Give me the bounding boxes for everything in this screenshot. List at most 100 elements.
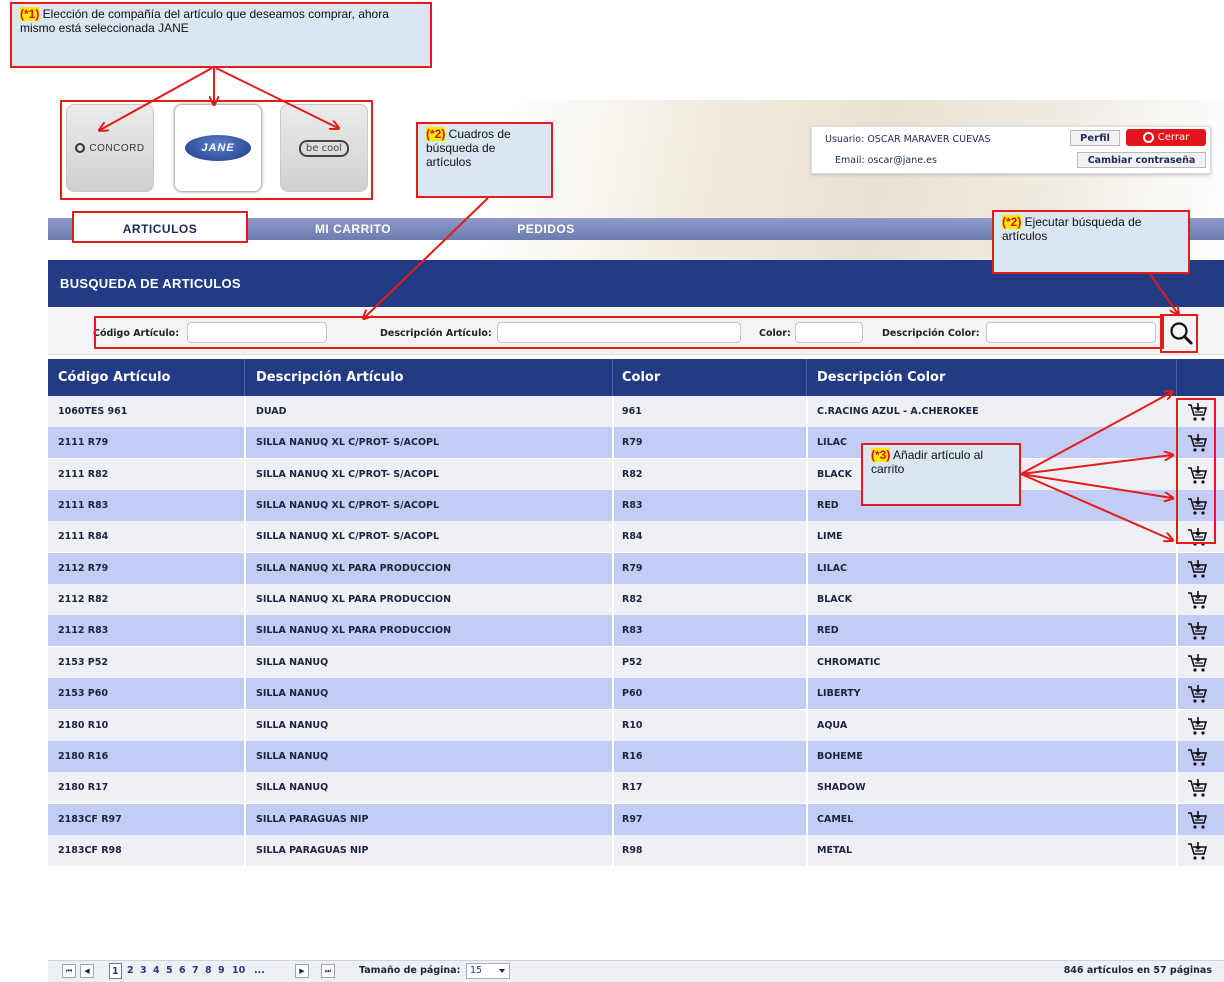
page-number-link[interactable]: 3: [140, 963, 147, 979]
cell-codigo: 2111 R83: [58, 500, 109, 512]
page-number-link[interactable]: 1: [109, 963, 122, 979]
cell-descripcion: SILLA NANUQ XL C/PROT- S/ACOPL: [256, 437, 440, 449]
cell-desc-color: BLACK: [817, 594, 852, 606]
add-to-cart-icon[interactable]: [1186, 558, 1208, 580]
add-to-cart-icon[interactable]: [1186, 683, 1208, 705]
tab-pedidos[interactable]: PEDIDOS: [486, 218, 606, 240]
cell-descripcion: SILLA NANUQ XL PARA PRODUCCION: [256, 594, 452, 606]
add-to-cart-icon[interactable]: [1186, 589, 1208, 611]
add-to-cart-icon[interactable]: [1186, 652, 1208, 674]
cell-color: R79: [622, 562, 643, 574]
callout-2b-tag: (*2): [1002, 215, 1022, 229]
cell-codigo: 2111 R82: [58, 468, 109, 480]
cell-desc-color: BLACK: [817, 468, 852, 480]
cell-desc-color: RED: [817, 500, 839, 512]
tab-mi-carrito[interactable]: MI CARRITO: [288, 218, 418, 240]
cell-codigo: 2111 R79: [58, 437, 109, 449]
cell-descripcion: SILLA NANUQ XL C/PROT- S/ACOPL: [256, 500, 440, 512]
add-to-cart-icon[interactable]: [1186, 746, 1208, 768]
page: CONCORD JANE be cool Usuario: OSCAR MARA…: [0, 0, 1224, 982]
add-to-cart-icon[interactable]: [1186, 809, 1208, 831]
page-number-link[interactable]: 5: [166, 963, 173, 979]
cell-color: R82: [622, 468, 643, 480]
add-to-cart-icon[interactable]: [1186, 715, 1208, 737]
cell-descripcion: SILLA NANUQ XL PARA PRODUCCION: [256, 562, 452, 574]
perfil-button[interactable]: Perfil: [1070, 130, 1120, 146]
user-name: Usuario: OSCAR MARAVER CUEVAS: [825, 134, 991, 145]
cell-color: R16: [622, 750, 643, 762]
user-email: Email: oscar@jane.es: [835, 155, 937, 166]
cell-desc-color: LILAC: [817, 437, 847, 449]
cell-codigo: 2180 R17: [58, 782, 109, 794]
callout-3: (*3) Añadir artículo al carrito: [861, 443, 1021, 506]
cell-color: R17: [622, 782, 643, 794]
cell-desc-color: SHADOW: [817, 782, 866, 794]
cell-codigo: 2183CF R98: [58, 844, 122, 856]
page-size-label: Tamaño de página:: [359, 965, 461, 976]
callout-1-text: Elección de compañía del artículo que de…: [20, 7, 389, 35]
cell-desc-color: RED: [817, 625, 839, 637]
highlight-search-button: [1160, 314, 1198, 353]
page-number-link[interactable]: 7: [192, 963, 199, 979]
cell-descripcion: SILLA NANUQ: [256, 782, 329, 794]
page-number-link[interactable]: ...: [254, 963, 265, 979]
cell-color: R82: [622, 594, 643, 606]
header-divider: [244, 359, 245, 396]
page-size-value: 15: [470, 965, 483, 976]
column-divider: [244, 396, 246, 960]
cell-desc-color: METAL: [817, 844, 853, 856]
page-number-link[interactable]: 8: [205, 963, 212, 979]
cell-color: 961: [622, 406, 642, 417]
cell-codigo: 2183CF R97: [58, 813, 122, 825]
last-page-icon[interactable]: ⏭: [321, 964, 335, 978]
add-to-cart-icon[interactable]: [1186, 840, 1208, 862]
header-color[interactable]: Color: [622, 359, 660, 396]
cell-desc-color: C.RACING AZUL - A.CHEROKEE: [817, 406, 979, 417]
page-number-link[interactable]: 10: [232, 963, 245, 979]
add-to-cart-icon[interactable]: [1186, 777, 1208, 799]
chevron-down-icon: [499, 969, 505, 973]
header-descripcion[interactable]: Descripción Artículo: [256, 359, 404, 396]
cell-color: R83: [622, 500, 643, 512]
cell-descripcion: SILLA NANUQ XL C/PROT- S/ACOPL: [256, 468, 440, 480]
next-page-icon[interactable]: ▶: [295, 964, 309, 978]
cell-codigo: 2112 R83: [58, 625, 109, 637]
page-size-select[interactable]: 15: [466, 963, 510, 979]
page-number-link[interactable]: 9: [218, 963, 225, 979]
cambiar-contrasena-button[interactable]: Cambiar contraseña: [1077, 152, 1206, 168]
cell-codigo: 2111 R84: [58, 531, 109, 543]
callout-1-tag: (*1): [20, 7, 40, 21]
cell-codigo: 2112 R79: [58, 562, 109, 574]
add-to-cart-icon[interactable]: [1186, 620, 1208, 642]
header-codigo[interactable]: Código Artículo: [58, 359, 171, 396]
callout-2b-text: Ejecutar búsqueda de artículos: [1002, 215, 1142, 243]
page-number-link[interactable]: 4: [153, 963, 160, 979]
cell-color: R97: [622, 813, 643, 825]
callout-2-tag: (*2): [426, 127, 446, 141]
cell-desc-color: AQUA: [817, 719, 848, 731]
cell-desc-color: LILAC: [817, 562, 847, 574]
cell-color: P60: [622, 688, 643, 700]
page-number-link[interactable]: 2: [127, 963, 134, 979]
callout-2b: (*2) Ejecutar búsqueda de artículos: [992, 210, 1190, 274]
page-number-link[interactable]: 6: [179, 963, 186, 979]
cell-descripcion: SILLA NANUQ: [256, 719, 329, 731]
cell-color: R79: [622, 437, 643, 449]
first-page-icon[interactable]: ⏮: [62, 964, 76, 978]
cell-descripcion: SILLA NANUQ: [256, 750, 329, 762]
callout-3-tag: (*3): [871, 448, 891, 462]
cell-codigo: 2153 P52: [58, 656, 108, 668]
header-desc-color[interactable]: Descripción Color: [817, 359, 945, 396]
callout-1: (*1) Elección de compañía del artículo q…: [10, 2, 432, 68]
prev-page-icon[interactable]: ◀: [80, 964, 94, 978]
cell-color: R83: [622, 625, 643, 637]
header-divider: [1176, 359, 1177, 396]
cell-codigo: 2153 P60: [58, 688, 108, 700]
cell-desc-color: CAMEL: [817, 813, 854, 825]
cell-descripcion: SILLA PARAGUAS NIP: [256, 844, 369, 856]
cerrar-button[interactable]: Cerrar: [1126, 129, 1206, 146]
header-divider: [806, 359, 807, 396]
cell-descripcion: SILLA PARAGUAS NIP: [256, 813, 369, 825]
highlight-brands: [60, 100, 373, 200]
callout-2: (*2) Cuadros de búsqueda de artículos: [416, 122, 553, 198]
